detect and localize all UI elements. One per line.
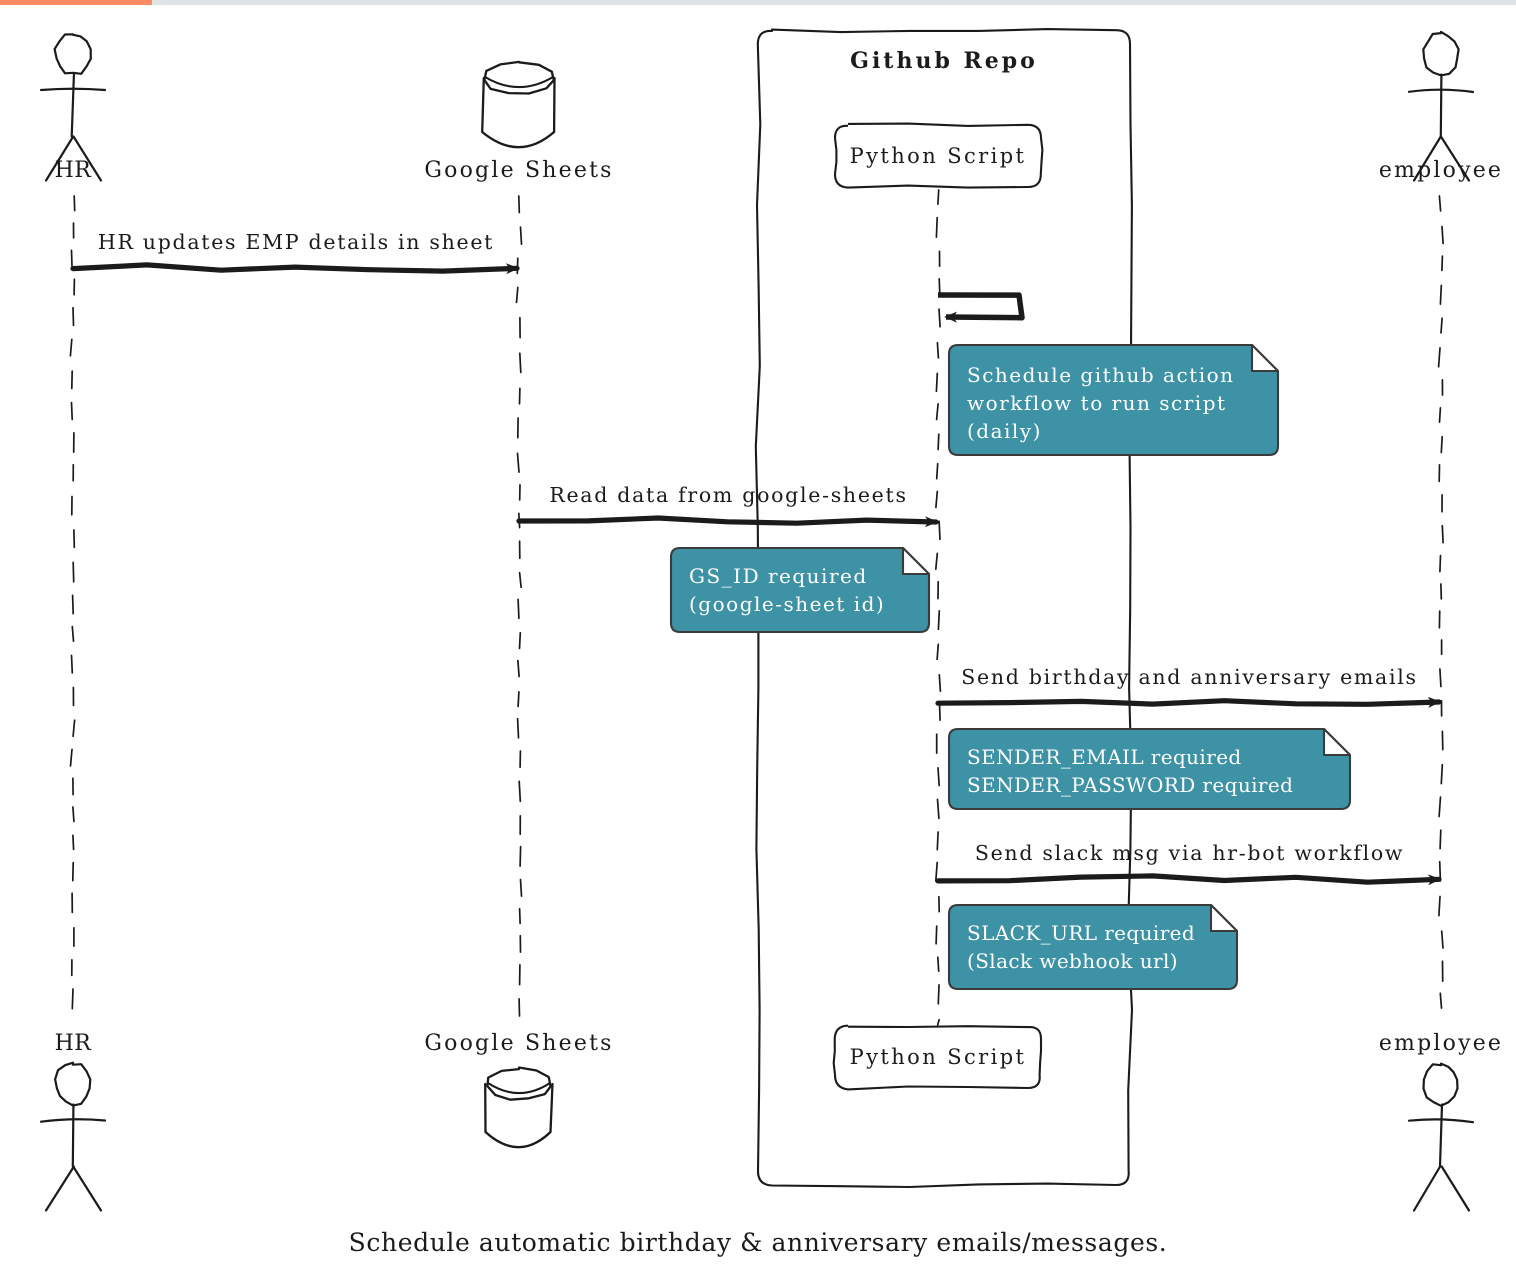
lifeline-employee xyxy=(1437,195,1444,1009)
note-text-n3: SENDER_EMAIL required SENDER_PASSWORD re… xyxy=(967,745,1294,797)
participant-label-bottom-employee: employee xyxy=(1378,1031,1504,1056)
participant-label-top-employee: employee xyxy=(1378,158,1504,183)
lifeline-gsheets xyxy=(515,195,523,1017)
hr-actor-icon-bottom xyxy=(39,1061,107,1212)
diagram-caption: Schedule automatic birthday & anniversar… xyxy=(348,1228,1168,1257)
participant-label-top-gsheets: Google Sheets xyxy=(424,158,614,183)
lifeline-hr xyxy=(69,195,76,1010)
page-load-progress-bar xyxy=(0,0,1516,5)
python-script-label-bottom: Python Script xyxy=(849,1045,1027,1069)
message-label-m3: Read data from google-sheets xyxy=(549,483,908,507)
message-arrow-m2 xyxy=(937,292,1025,323)
sequence-diagram-svg xyxy=(39,28,1475,1212)
google-sheets-database-icon-top xyxy=(481,60,556,149)
github-repo-frame-title: Github Repo xyxy=(850,48,1038,74)
message-label-m4: Send birthday and anniversary emails xyxy=(961,665,1418,689)
lifeline-script xyxy=(934,189,942,1026)
participant-label-bottom-hr: HR xyxy=(54,1031,92,1056)
note-text-n2: GS_ID required (google-sheet id) xyxy=(689,564,886,616)
message-arrow-m5 xyxy=(935,873,1442,886)
employee-actor-icon-bottom xyxy=(1407,1062,1475,1212)
message-arrow-m1 xyxy=(70,262,520,275)
message-label-m1: HR updates EMP details in sheet xyxy=(97,230,495,254)
google-sheets-database-icon-bottom xyxy=(484,1066,554,1149)
message-arrow-m3 xyxy=(516,515,939,528)
diagram-canvas: HR HR Google Sheets Google Sheets Python Scr… xyxy=(0,0,1516,1274)
participant-label-bottom-gsheets: Google Sheets xyxy=(424,1031,614,1056)
note-text-n1: Schedule github action workflow to run s… xyxy=(967,363,1235,443)
progress-bar-fill xyxy=(0,0,152,5)
python-script-label-top: Python Script xyxy=(849,144,1027,168)
note-text-n4: SLACK_URL required (Slack webhook url) xyxy=(967,921,1196,973)
participant-label-top-hr: HR xyxy=(54,158,92,183)
message-label-m5: Send slack msg via hr-bot workflow xyxy=(974,841,1405,865)
message-arrow-m4 xyxy=(935,696,1442,708)
